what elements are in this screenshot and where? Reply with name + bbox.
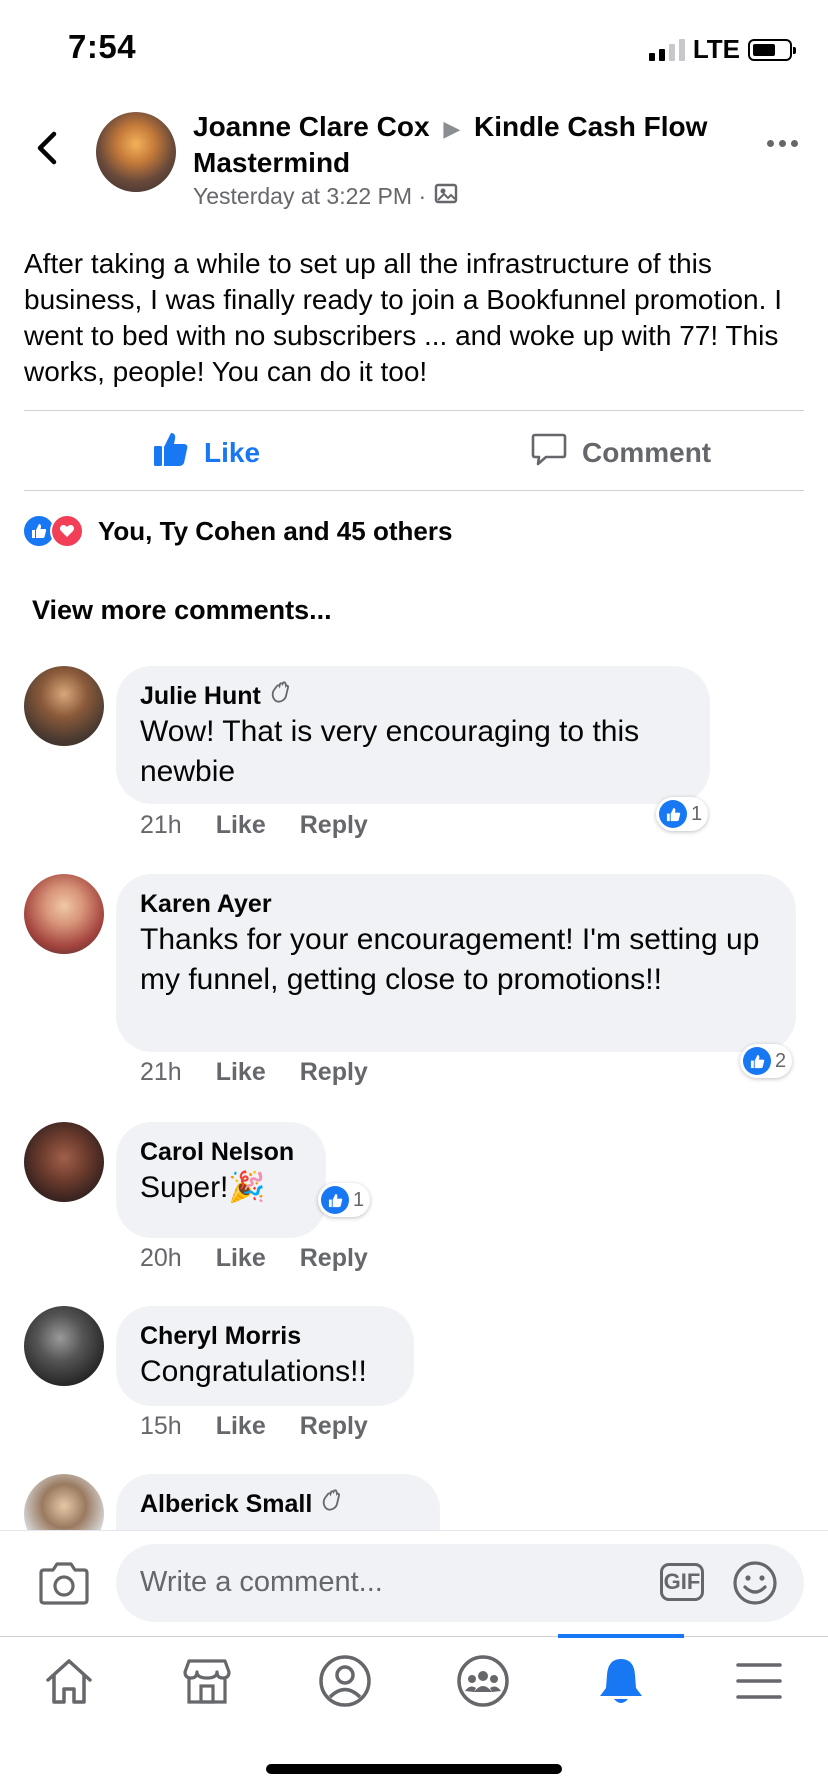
view-more-comments[interactable]: View more comments...: [32, 595, 332, 626]
profile-icon: [318, 1654, 372, 1713]
reaction-count: 1: [353, 1188, 365, 1211]
reaction-count: 1: [691, 802, 703, 825]
commenter-avatar[interactable]: [24, 1122, 104, 1202]
like-button[interactable]: Like: [152, 430, 260, 475]
commenter-avatar[interactable]: [24, 874, 104, 954]
post-timestamp[interactable]: Yesterday at 3:22 PM ·: [193, 183, 426, 210]
comment-like-link[interactable]: Like: [216, 1244, 266, 1273]
emoji-icon[interactable]: [732, 1560, 778, 1611]
comment-bubble[interactable]: Carol Nelson Super!🎉: [116, 1122, 326, 1238]
network-label: LTE: [692, 34, 740, 64]
commenter-avatar[interactable]: [24, 666, 104, 746]
commenter-name[interactable]: Julie Hunt: [140, 680, 686, 712]
tab-notifications[interactable]: [586, 1648, 656, 1718]
active-tab-indicator: [558, 1634, 684, 1638]
battery-icon: [748, 38, 796, 61]
comment-button[interactable]: Comment: [530, 430, 711, 475]
comment-bubble[interactable]: Cheryl Morris Congratulations!!: [116, 1306, 414, 1406]
comment-meta: 21h Like Reply: [140, 811, 368, 840]
like-thumb-icon: [152, 430, 190, 475]
back-icon[interactable]: [32, 128, 62, 173]
comment-reply-link[interactable]: Reply: [300, 1244, 368, 1273]
like-reaction-icon: [321, 1186, 349, 1214]
comment-text: Wow! That is very encouraging to this ne…: [140, 715, 640, 788]
comment-time: 20h: [140, 1244, 182, 1272]
comment-time: 21h: [140, 1058, 182, 1086]
tab-home[interactable]: [34, 1648, 104, 1718]
divider: [24, 490, 804, 491]
comment-input-placeholder: Write a comment...: [140, 1566, 383, 1598]
more-icon[interactable]: [767, 140, 798, 147]
comment-text: Super!: [140, 1171, 229, 1204]
comment-reaction-badge[interactable]: 1: [318, 1183, 371, 1217]
share-arrow-icon: ▶: [443, 116, 461, 141]
comment-bubble[interactable]: Karen Ayer Thanks for your encouragement…: [116, 874, 796, 1052]
comment-meta: 15h Like Reply: [140, 1412, 368, 1441]
post-meta: Yesterday at 3:22 PM ·: [193, 182, 458, 210]
comment-text: Thanks for your encouragement! I'm setti…: [140, 923, 760, 996]
comment-like-link[interactable]: Like: [216, 1412, 266, 1441]
comment-reply-link[interactable]: Reply: [300, 1412, 368, 1441]
notifications-icon: [596, 1655, 646, 1712]
status-indicators: LTE: [648, 34, 796, 65]
like-reaction-icon: [659, 800, 687, 828]
home-icon: [43, 1656, 95, 1711]
marketplace-icon: [181, 1656, 233, 1711]
tab-profile[interactable]: [310, 1648, 380, 1718]
comment-text-row: Super!🎉: [140, 1168, 302, 1208]
home-indicator: [266, 1764, 562, 1774]
signal-icon: [648, 38, 685, 61]
comment-like-link[interactable]: Like: [216, 811, 266, 840]
commenter-name[interactable]: Cheryl Morris: [140, 1320, 390, 1352]
tab-bar: [0, 1636, 828, 1733]
commenter-avatar[interactable]: [24, 1306, 104, 1386]
party-popper-icon: 🎉: [228, 1171, 266, 1204]
author-name[interactable]: Joanne Clare Cox: [193, 111, 430, 142]
divider: [24, 410, 804, 411]
post-body: After taking a while to set up all the i…: [24, 248, 782, 387]
reactions-text: You, Ty Cohen and 45 others: [98, 515, 453, 546]
comment-text: Congratulations!!: [140, 1355, 367, 1388]
groups-icon: [456, 1654, 510, 1713]
reactions-summary[interactable]: You, Ty Cohen and 45 others: [22, 514, 452, 548]
commenter-name[interactable]: Alberick Small: [140, 1488, 416, 1520]
love-reaction-icon: [50, 514, 84, 548]
comment-label: Comment: [582, 436, 712, 468]
camera-icon[interactable]: [38, 1560, 90, 1611]
comment-icon: [530, 430, 568, 475]
like-reaction-icon: [743, 1047, 771, 1075]
comment-meta: 20h Like Reply: [140, 1244, 368, 1273]
tab-marketplace[interactable]: [172, 1648, 242, 1718]
comment-like-link[interactable]: Like: [216, 1058, 266, 1087]
status-time: 7:54: [68, 28, 137, 65]
gif-button[interactable]: GIF: [660, 1563, 704, 1601]
like-label: Like: [204, 436, 261, 468]
comment-reaction-badge[interactable]: 2: [740, 1044, 793, 1078]
post-header: Joanne Clare Cox ▶ Kindle Cash Flow Mast…: [193, 110, 753, 180]
reaction-count: 2: [775, 1049, 787, 1072]
comment-reply-link[interactable]: Reply: [300, 1058, 368, 1087]
wave-icon: [320, 1488, 344, 1520]
commenter-name[interactable]: Carol Nelson: [140, 1136, 302, 1168]
tab-menu[interactable]: [724, 1648, 794, 1718]
comment-time: 21h: [140, 811, 182, 839]
tab-groups[interactable]: [448, 1648, 518, 1718]
wave-icon: [269, 680, 293, 712]
comment-time: 15h: [140, 1412, 182, 1440]
comment-reaction-badge[interactable]: 1: [656, 797, 709, 831]
comment-bubble[interactable]: Julie Hunt Wow! That is very encouraging…: [116, 666, 710, 804]
commenter-name[interactable]: Karen Ayer: [140, 888, 772, 920]
photos-icon: [434, 182, 458, 210]
menu-icon: [735, 1661, 783, 1706]
comment-reply-link[interactable]: Reply: [300, 811, 368, 840]
comment-meta: 21h Like Reply: [140, 1058, 368, 1087]
author-avatar[interactable]: [96, 112, 176, 192]
